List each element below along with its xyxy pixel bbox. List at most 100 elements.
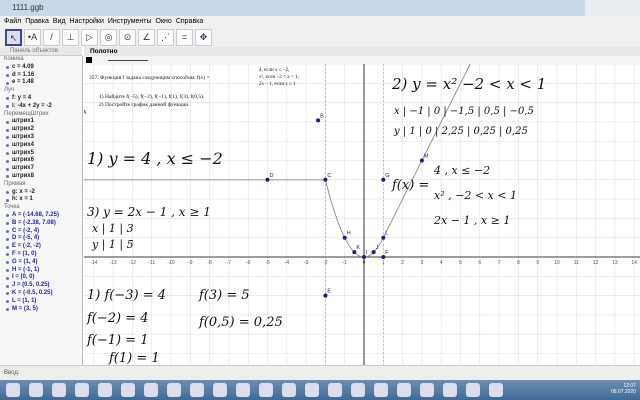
handwritten-note: f(0,5) = 0,25 [198,315,283,330]
style-bar [84,56,640,64]
algebra-item[interactable]: I = (0, 0) [4,274,82,282]
algebra-item[interactable]: g: x = -2 [4,189,82,197]
group-header[interactable]: Точка [4,204,82,212]
problem-text: 2) Постройте график данной функции. [99,101,190,108]
menu-item[interactable]: Настройки [70,18,104,25]
algebra-item[interactable]: i: -4x + 2y = -2 [4,103,82,111]
algebra-item[interactable]: G = (1, 4) [4,259,82,267]
taskbar-app-icon[interactable] [6,383,20,397]
handwritten-note: 3) y = 2x − 1 , x ≥ 1 [87,205,211,219]
menu-item[interactable]: Справка [176,18,203,25]
algebra-view: Коника c = 4.09 d = 1.16 e = 1.48 Луч f: y = … [0,56,83,365]
circle-tool-icon[interactable]: ◎ [100,29,117,46]
taskbar-app-icon[interactable] [167,383,181,397]
menu-item[interactable]: Окно [156,18,172,25]
algebra-item[interactable]: H = (-1, 1) [4,267,82,275]
algebra-item[interactable]: D = (-5, 4) [4,235,82,243]
handwritten-note: x | −1 | 0 | −1,5 | 0,5 | −0,5 [394,106,534,117]
angle-tool-icon[interactable]: ∠ [138,29,155,46]
taskbar-app-icon[interactable] [29,383,43,397]
algebra-item[interactable]: d = 1.16 [4,72,82,80]
algebra-item[interactable]: h: x = 1 [4,196,82,204]
taskbar-app-icon[interactable] [98,383,112,397]
taskbar-app-icon[interactable] [121,383,135,397]
graph-canvas[interactable]: -14 -13 -12 -11 -10 -9 -8 -7 -6 -5 -4 -3 -2 -1 0 1 2 3 4 5 6… [84,64,640,365]
x-tick-label: -12 [129,260,136,266]
algebra-item[interactable]: M = (3, 5) [4,306,82,314]
algebra-item[interactable]: штрих7 [4,165,82,173]
x-tick-label: 14 [631,260,637,266]
taskbar-app-icon[interactable] [305,383,319,397]
taskbar-app-icon[interactable] [420,383,434,397]
x-tick-label: 5 [459,260,462,266]
taskbar-app-icon[interactable] [374,383,388,397]
algebra-item[interactable]: штрих8 [4,173,82,181]
input-bar[interactable]: Ввод: [0,365,640,380]
taskbar-app-icon[interactable] [144,383,158,397]
point-label: A [84,110,87,116]
handwritten-note: 1) y = 4 , x ≤ −2 [87,149,223,168]
algebra-item[interactable]: J = (0.5, 0.25) [4,282,82,290]
menu-item[interactable]: Файл [4,18,21,25]
algebra-item[interactable]: f: y = 4 [4,95,82,103]
line-style-select[interactable] [108,60,148,61]
group-header[interactable]: Прямая [4,181,82,189]
algebra-item[interactable]: E = (-2, -2) [4,243,82,251]
algebra-item[interactable]: штрих6 [4,157,82,165]
reflect-tool-icon[interactable]: ⋰ [157,29,174,46]
problem-text: 1) Найдите f(−5), f(−2), f(−1), f(1), f(… [99,93,205,100]
slider-tool-icon[interactable]: = [176,29,193,46]
perpendicular-tool-icon[interactable]: ⊥ [62,29,79,46]
x-tick-label: 8 [517,260,520,266]
conic-tool-icon[interactable]: ⊙ [119,29,136,46]
polygon-tool-icon[interactable]: ▷ [81,29,98,46]
taskbar-app-icon[interactable] [236,383,250,397]
point-tool-icon[interactable]: •A [24,29,41,46]
group-header[interactable]: ПеремещШтрих [4,111,82,119]
point-label: C [327,173,331,179]
taskbar-app-icon[interactable] [259,383,273,397]
algebra-item[interactable]: штрих2 [4,126,82,134]
taskbar-app-icon[interactable] [466,383,480,397]
move-view-tool-icon[interactable]: ✥ [195,29,212,46]
point-label: M [424,154,429,160]
algebra-item[interactable]: e = 1.48 [4,79,82,87]
move-tool-icon[interactable]: ↖ [5,29,22,46]
graphics-view[interactable]: -14 -13 -12 -11 -10 -9 -8 -7 -6 -5 -4 -3 -2 -1 0 1 2 3 4 5 6… [84,64,640,365]
taskbar-app-icon[interactable] [213,383,227,397]
algebra-item[interactable]: c = 4.09 [4,64,82,72]
algebra-title: Панель объектов [10,48,58,54]
group-header[interactable]: Луч [4,87,82,95]
taskbar-app-icon[interactable] [397,383,411,397]
taskbar-app-icon[interactable] [190,383,204,397]
algebra-item[interactable]: F = (1, 0) [4,251,82,259]
menu-item[interactable]: Правка [25,18,49,25]
algebra-item[interactable]: L = (1, 1) [4,298,82,306]
algebra-item[interactable]: штрих4 [4,142,82,150]
algebra-item[interactable]: K = (-0.5, 0.25) [4,290,82,298]
taskbar-app-icon[interactable] [282,383,296,397]
algebra-item[interactable]: A = (-14.68, 7.25) [4,212,82,220]
algebra-item[interactable]: штрих3 [4,134,82,142]
taskbar-app-icon[interactable] [351,383,365,397]
taskbar-app-icon[interactable] [75,383,89,397]
menu-item[interactable]: Вид [53,18,66,25]
line-tool-icon[interactable]: / [43,29,60,46]
x-tick-label: -10 [167,260,174,266]
x-tick-label: 13 [612,260,618,266]
algebra-item[interactable]: B = (-2.38, 7.08) [4,220,82,228]
menu-item[interactable]: Инструменты [108,18,152,25]
taskbar-app-icon[interactable] [443,383,457,397]
algebra-item[interactable]: штрих5 [4,150,82,158]
taskbar-app-icon[interactable] [52,383,66,397]
algebra-item[interactable]: штрих1 [4,118,82,126]
point-label: D [270,173,274,179]
canvas-header: Полотно [84,47,640,56]
color-swatch[interactable] [86,57,92,63]
taskbar-app-icon[interactable] [328,383,342,397]
handwritten-note: y | 1 | 5 [91,238,134,252]
algebra-item[interactable]: C = (-2, 4) [4,228,82,236]
taskbar-app-icon[interactable] [489,383,503,397]
clock: 12:07 08.07.2020 [611,383,636,395]
group-header[interactable]: Коника [4,56,82,64]
